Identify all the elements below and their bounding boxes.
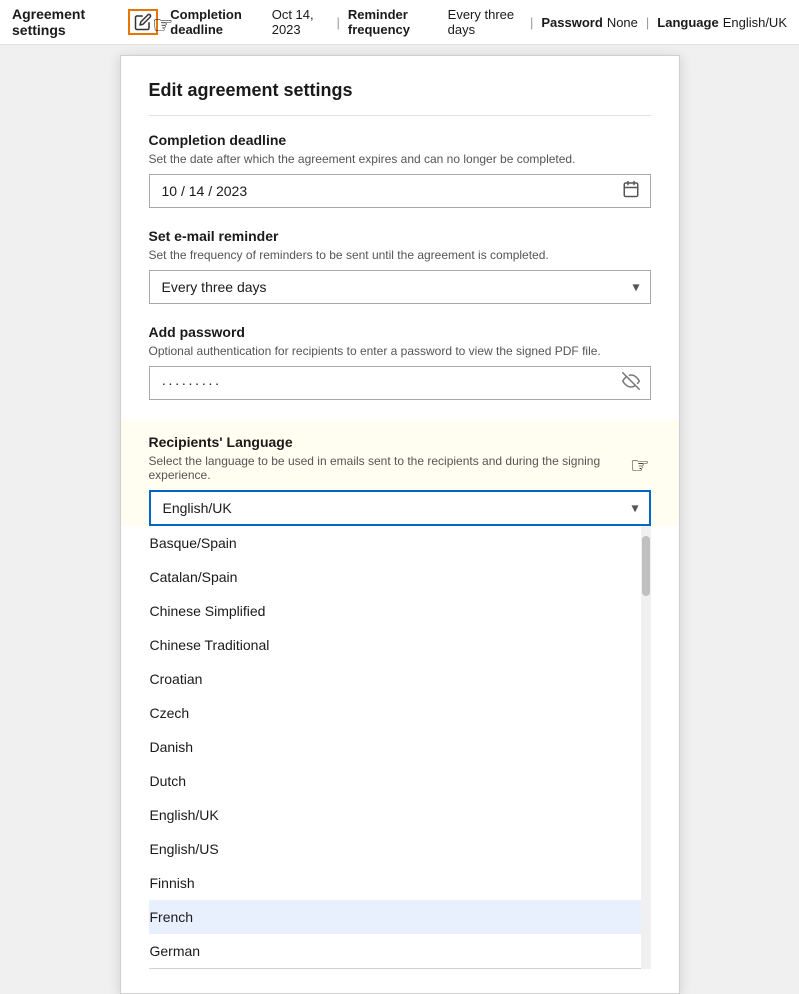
reminder-value: Every three days: [448, 7, 522, 37]
list-item[interactable]: Danish ✓: [149, 730, 651, 764]
list-item-french[interactable]: French ✓: [149, 900, 651, 934]
calendar-icon[interactable]: [622, 180, 640, 203]
language-dropdown[interactable]: English/UK ▾: [149, 490, 651, 526]
modal-title: Edit agreement settings: [149, 80, 651, 116]
list-item[interactable]: Chinese Simplified ✓: [149, 594, 651, 628]
sep3: |: [646, 15, 649, 30]
edit-agreement-modal: Edit agreement settings Completion deadl…: [120, 55, 680, 994]
language-value: English/UK: [723, 15, 787, 30]
list-item[interactable]: Chinese Traditional ✓: [149, 628, 651, 662]
reminder-label: Reminder frequency: [348, 7, 444, 37]
list-item[interactable]: Finnish ✓: [149, 866, 651, 900]
scrollbar-thumb[interactable]: [642, 536, 650, 596]
completion-deadline-section: Completion deadline Set the date after w…: [149, 132, 651, 208]
recipients-language-label: Recipients' Language: [149, 434, 651, 450]
language-chevron-icon: ▾: [631, 500, 638, 517]
sep1: |: [336, 15, 339, 30]
date-value: 10 / 14 / 2023: [162, 183, 248, 199]
sep2: |: [530, 15, 533, 30]
list-item[interactable]: German ✓: [149, 934, 651, 968]
password-label: Password: [541, 15, 602, 30]
list-item-english-uk[interactable]: English/UK ✓: [149, 798, 651, 832]
reminder-dropdown[interactable]: Every three days ▾: [149, 270, 651, 304]
chevron-down-icon: ▾: [632, 279, 639, 296]
list-item[interactable]: Catalan/Spain ✓: [149, 560, 651, 594]
date-input[interactable]: 10 / 14 / 2023: [149, 174, 651, 208]
password-section-desc: Optional authentication for recipients t…: [149, 344, 651, 358]
agreement-settings-title: Agreement settings: [12, 6, 124, 38]
completion-deadline-label: Completion deadline: [149, 132, 651, 148]
password-masked: ·········: [162, 375, 222, 391]
password-input[interactable]: ·········: [149, 366, 651, 400]
reminder-selected-value: Every three days: [162, 279, 267, 295]
password-value: None: [607, 15, 638, 30]
email-reminder-section: Set e-mail reminder Set the frequency of…: [149, 228, 651, 304]
language-label: Language: [657, 15, 718, 30]
scrollbar-track[interactable]: [641, 526, 651, 969]
list-item[interactable]: English/US ✓: [149, 832, 651, 866]
list-item[interactable]: Dutch ✓: [149, 764, 651, 798]
language-list-wrapper: Basque/Spain ✓ Catalan/Spain ✓ Chinese S…: [149, 526, 651, 969]
language-selected-value: English/UK: [163, 500, 232, 516]
eye-slash-icon[interactable]: [622, 372, 640, 395]
top-bar: Agreement settings Completion deadline O…: [0, 0, 799, 45]
deadline-value: Oct 14, 2023: [272, 7, 329, 37]
list-item[interactable]: Croatian ✓: [149, 662, 651, 696]
pencil-icon: [134, 13, 152, 31]
recipients-language-desc: Select the language to be used in emails…: [149, 454, 651, 482]
recipients-language-section: Recipients' Language Select the language…: [121, 420, 679, 526]
list-item[interactable]: Basque/Spain ✓: [149, 526, 651, 560]
email-reminder-label: Set e-mail reminder: [149, 228, 651, 244]
completion-deadline-desc: Set the date after which the agreement e…: [149, 152, 651, 166]
deadline-label: Completion deadline: [170, 7, 267, 37]
edit-icon-button[interactable]: [128, 9, 158, 35]
language-list: Basque/Spain ✓ Catalan/Spain ✓ Chinese S…: [149, 526, 651, 969]
email-reminder-desc: Set the frequency of reminders to be sen…: [149, 248, 651, 262]
top-bar-meta: Completion deadline Oct 14, 2023 | Remin…: [170, 7, 787, 37]
password-section-label: Add password: [149, 324, 651, 340]
list-item[interactable]: Czech ✓: [149, 696, 651, 730]
password-section: Add password Optional authentication for…: [149, 324, 651, 400]
